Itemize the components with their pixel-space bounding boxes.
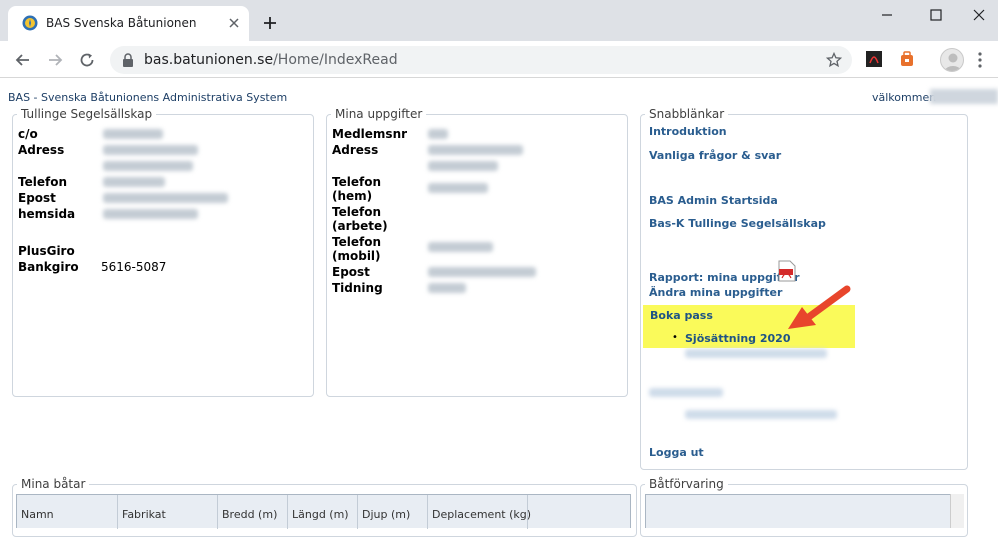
my-address-redacted-1 [428, 145, 523, 155]
maximize-window-icon[interactable] [927, 6, 945, 24]
pdf-extension-icon[interactable] [865, 50, 883, 68]
col-header-displacement[interactable]: Deplacement (kg) [428, 495, 532, 529]
welcome-user-name-redacted [930, 89, 998, 104]
bookmark-star-icon[interactable] [826, 52, 842, 68]
link-faq[interactable]: Vanliga frågor & svar [649, 149, 781, 162]
col-header-name[interactable]: Namn [17, 495, 118, 529]
club-co-label: c/o [18, 127, 38, 141]
phone-work-label: Telefon (arbete) [332, 205, 388, 233]
club-legend: Tullinge Segelsällskap [21, 107, 153, 121]
link-edit-my-info[interactable]: Ändra mina uppgifter [649, 286, 782, 299]
my-email-redacted [428, 267, 536, 277]
col-header-displacement-label: Deplacement (kg) [432, 508, 532, 521]
col-header-depth-label: Djup (m) [362, 508, 411, 521]
col-header-depth[interactable]: Djup (m) [358, 495, 428, 529]
club-phone-label: Telefon [18, 175, 67, 189]
link-bas-admin-start[interactable]: BAS Admin Startsida [649, 194, 778, 207]
link-introduktion[interactable]: Introduktion [649, 125, 727, 138]
club-homepage-redacted [103, 209, 198, 219]
club-email-label: Epost [18, 191, 56, 205]
page-content: BAS - Svenska Båtunionens Administrativa… [0, 79, 998, 537]
club-bankgiro-value: 5616-5087 [101, 260, 167, 274]
my-address-label: Adress [332, 143, 379, 157]
phone-mobile-label: Telefon (mobil) [332, 235, 381, 263]
url-text: bas.batunionen.se/Home/IndexRead [144, 52, 398, 68]
storage-table-header [645, 494, 951, 528]
reload-icon[interactable] [78, 51, 96, 69]
redacted-link-1 [685, 349, 827, 358]
url-host: bas.batunionen.se [144, 52, 274, 68]
storage-scrollbar[interactable] [950, 494, 964, 528]
club-email-redacted [103, 193, 228, 203]
redacted-link-2 [649, 388, 723, 397]
col-header-width[interactable]: Bredd (m) [218, 495, 288, 529]
browser-toolbar: bas.batunionen.se/Home/IndexRead [0, 41, 998, 78]
my-address-redacted-2 [428, 161, 498, 171]
member-no-label: Medlemsnr [332, 127, 408, 141]
club-address-label: Adress [18, 143, 65, 157]
close-tab-icon[interactable] [227, 16, 241, 30]
magazine-redacted [428, 283, 466, 293]
boats-table-header: Namn Fabrikat Bredd (m) Längd (m) Djup (… [16, 494, 631, 529]
browser-tab[interactable]: BAS Svenska Båtunionen [8, 6, 249, 41]
magazine-label: Tidning [332, 281, 383, 295]
extension-icon[interactable] [898, 50, 916, 68]
tab-title: BAS Svenska Båtunionen [46, 16, 197, 30]
col-header-width-label: Bredd (m) [222, 508, 278, 521]
address-bar[interactable]: bas.batunionen.se/Home/IndexRead [110, 46, 852, 74]
col-header-make[interactable]: Fabrikat [118, 495, 218, 529]
col-header-make-label: Fabrikat [122, 508, 166, 521]
my-info-legend: Mina uppgifter [335, 107, 423, 121]
phone-home-redacted [428, 183, 488, 193]
system-header: BAS - Svenska Båtunionens Administrativa… [0, 79, 998, 105]
close-window-icon[interactable] [970, 6, 988, 24]
col-header-length[interactable]: Längd (m) [288, 495, 358, 529]
link-logout[interactable]: Logga ut [649, 446, 704, 459]
club-plusgiro-label: PlusGiro [18, 244, 75, 258]
link-sjosattning-2020[interactable]: Sjösättning 2020 [685, 332, 791, 345]
lock-icon [123, 53, 133, 67]
club-address-redacted-1 [103, 145, 198, 155]
club-bankgiro-label: Bankgiro [18, 260, 79, 274]
forward-arrow-icon[interactable] [46, 51, 64, 69]
system-title: BAS - Svenska Båtunionens Administrativa… [8, 91, 288, 104]
minimize-window-icon[interactable] [878, 6, 896, 24]
storage-legend: Båtförvaring [649, 477, 724, 491]
pdf-file-icon[interactable] [778, 260, 796, 282]
link-boka-pass[interactable]: Boka pass [650, 309, 713, 322]
phone-home-label: Telefon (hem) [332, 175, 381, 203]
new-tab-icon[interactable] [262, 15, 278, 31]
club-co-redacted [103, 129, 163, 139]
col-header-length-label: Längd (m) [292, 508, 349, 521]
red-arrow-annotation-icon [788, 285, 851, 329]
browser-menu-icon[interactable] [977, 51, 983, 69]
link-report-my-info[interactable]: Rapport: mina uppgifter [649, 271, 800, 284]
welcome-text: välkommen [872, 91, 937, 104]
boats-legend: Mina båtar [21, 477, 86, 491]
site-favicon-icon [22, 15, 38, 31]
browser-tab-bar: BAS Svenska Båtunionen [0, 0, 998, 41]
club-phone-redacted [103, 177, 165, 187]
profile-person-icon [944, 53, 962, 71]
club-homepage-label: hemsida [18, 207, 76, 221]
bullet-dot: • [672, 332, 678, 343]
redacted-link-3 [685, 410, 837, 419]
my-email-label: Epost [332, 265, 370, 279]
url-path: /Home/IndexRead [273, 52, 398, 68]
phone-mobile-redacted [428, 242, 493, 252]
member-no-redacted [428, 129, 448, 139]
back-arrow-icon[interactable] [14, 51, 32, 69]
club-address-redacted-2 [103, 161, 193, 171]
link-bas-k-club[interactable]: Bas-K Tullinge Segelsällskap [649, 217, 826, 230]
profile-avatar-icon[interactable] [940, 48, 964, 72]
col-header-name-label: Namn [21, 508, 54, 521]
quicklinks-legend: Snabblänkar [649, 107, 725, 121]
